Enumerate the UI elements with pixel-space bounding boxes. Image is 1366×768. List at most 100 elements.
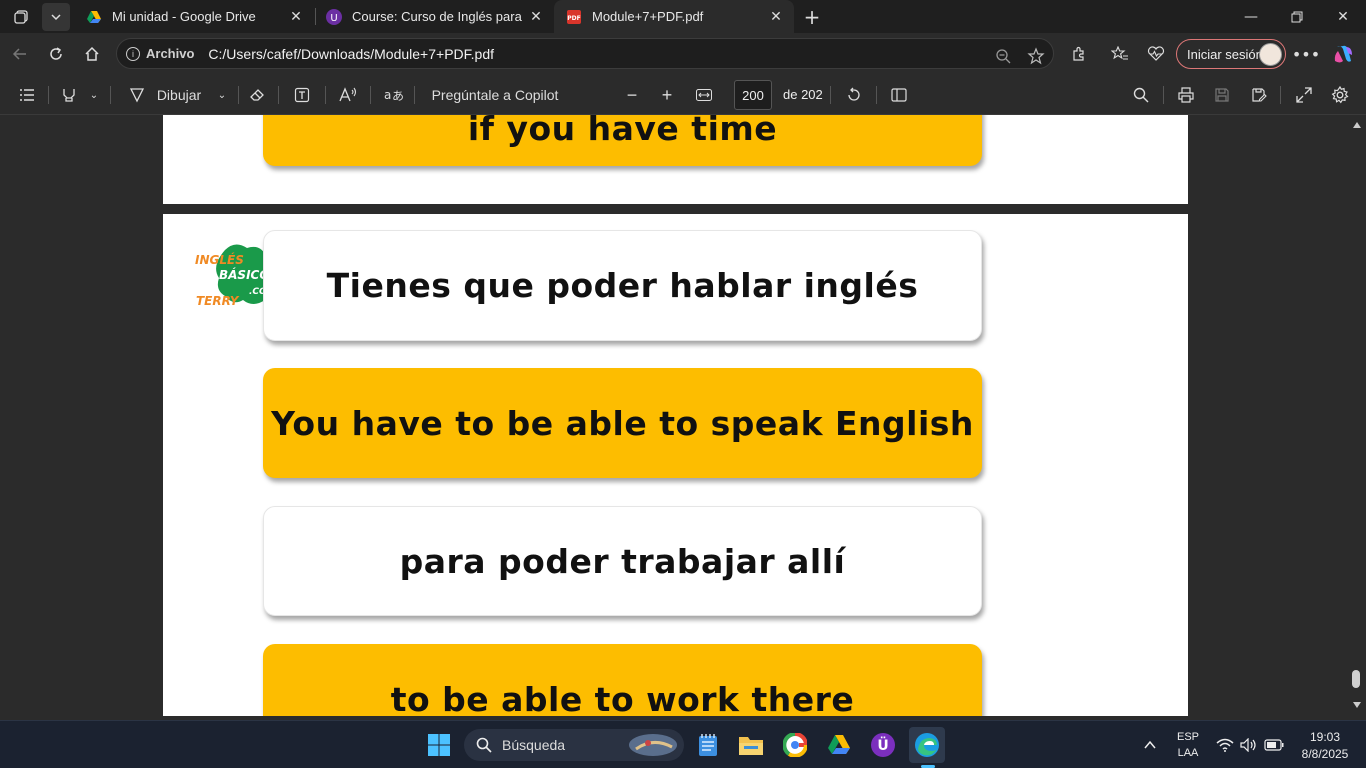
fullscreen-icon[interactable] [1292, 82, 1316, 108]
minimize-icon[interactable]: — [1228, 0, 1274, 33]
tab-actions-chevron-icon[interactable] [42, 3, 70, 31]
wifi-icon[interactable] [1213, 727, 1237, 763]
draw-pen-icon[interactable] [124, 82, 150, 108]
contents-list-icon[interactable] [14, 82, 40, 108]
copilot-icon[interactable] [1328, 39, 1358, 69]
windows-start-icon[interactable] [421, 727, 457, 763]
copilot-label: Pregúntale a Copilot [431, 87, 559, 103]
chevron-down-icon[interactable]: ⌄ [86, 82, 102, 108]
phrase-card: to be able to work there [263, 644, 982, 716]
settings-gear-icon[interactable] [1328, 82, 1352, 108]
tab-title: Mi unidad - Google Drive [112, 9, 256, 24]
microsoft-edge-icon[interactable] [909, 727, 945, 763]
scroll-up-icon[interactable] [1352, 121, 1362, 129]
svg-text:TERRY: TERRY [196, 294, 240, 306]
google-chrome-icon[interactable] [777, 727, 813, 763]
avatar [1259, 43, 1282, 66]
home-icon[interactable] [77, 39, 107, 69]
clock-time: 19:03 [1309, 730, 1341, 744]
taskbar-search[interactable]: Búsqueda [464, 729, 684, 761]
restore-icon[interactable] [1274, 0, 1320, 33]
battery-icon[interactable] [1262, 727, 1286, 763]
page-view-icon[interactable] [887, 82, 911, 108]
translate-icon[interactable]: aあ [380, 82, 406, 108]
udemy-icon: U [326, 8, 342, 25]
ask-copilot-button[interactable]: Pregúntale a Copilot [428, 82, 562, 108]
search-highlight-icon [629, 734, 677, 756]
google-drive-icon [87, 10, 101, 23]
info-icon[interactable]: i [126, 46, 140, 61]
notepad-icon[interactable] [690, 727, 726, 763]
search-icon[interactable] [1129, 82, 1153, 108]
svg-text:あ: あ [392, 89, 403, 103]
tab-strip: Mi unidad - Google Drive ✕ U Course: Cur… [0, 0, 1366, 33]
draw-label: Dibujar [156, 87, 202, 103]
draw-button[interactable]: Dibujar [154, 82, 204, 108]
back-icon[interactable] [5, 39, 35, 69]
phrase-card: You have to be able to speak English [263, 368, 982, 478]
address-field[interactable]: i Archivo C:/Users/cafef/Downloads/Modul… [116, 38, 1054, 69]
tab-course[interactable]: U Course: Curso de Inglés para principia… [314, 0, 554, 33]
close-icon[interactable]: ✕ [286, 7, 306, 27]
google-drive-icon[interactable] [821, 727, 857, 763]
close-icon[interactable]: ✕ [766, 7, 786, 27]
file-explorer-icon[interactable] [733, 727, 769, 763]
rotate-icon[interactable] [842, 82, 866, 108]
ingles-basico-terry-logo: INGLÉS BÁSICO TERRY .COM [195, 244, 265, 306]
zoom-out-button[interactable]: − [620, 82, 644, 108]
taskbar: Búsqueda Ü ESP LAA 19:03 8/8/2025 [0, 720, 1366, 768]
zoom-out-icon[interactable] [993, 46, 1013, 66]
browser-essentials-icon[interactable] [1141, 39, 1171, 69]
show-hidden-icons-icon[interactable] [1138, 727, 1162, 763]
highlight-icon[interactable] [56, 82, 82, 108]
eraser-icon[interactable] [244, 82, 270, 108]
more-options-icon[interactable]: ••• [1291, 39, 1321, 69]
sign-in-label: Iniciar sesión [1187, 46, 1263, 62]
keyboard-layout: LAA [1177, 747, 1199, 759]
workspaces-icon[interactable] [8, 3, 36, 31]
close-icon[interactable]: ✕ [526, 7, 546, 27]
save-icon[interactable] [1210, 82, 1234, 108]
page-number-input[interactable]: 200 [734, 80, 772, 110]
search-icon [476, 737, 492, 753]
svg-text:BÁSICO: BÁSICO [219, 267, 265, 282]
address-bar: i Archivo C:/Users/cafef/Downloads/Modul… [0, 33, 1366, 75]
save-as-icon[interactable] [1247, 82, 1271, 108]
extensions-icon[interactable] [1064, 39, 1094, 69]
svg-text:PDF: PDF [567, 15, 580, 22]
read-aloud-icon[interactable] [335, 82, 361, 108]
add-text-icon[interactable] [289, 82, 315, 108]
search-placeholder: Búsqueda [502, 737, 566, 753]
favorite-star-icon[interactable] [1026, 46, 1046, 66]
new-tab-button[interactable]: + [798, 3, 826, 31]
chevron-down-icon[interactable]: ⌄ [214, 82, 230, 108]
clock-date: 8/8/2025 [1301, 747, 1349, 761]
fit-width-icon[interactable] [692, 82, 716, 108]
url-text[interactable]: C:/Users/cafef/Downloads/Module+7+PDF.pd… [208, 46, 494, 62]
phrase-card: if you have time [263, 115, 982, 166]
refresh-icon[interactable] [41, 39, 71, 69]
svg-text:Ü: Ü [877, 736, 888, 754]
pdf-page-previous: if you have time [163, 115, 1188, 204]
input-language[interactable]: ESP LAA [1172, 731, 1204, 759]
clock[interactable]: 19:03 8/8/2025 [1294, 730, 1356, 761]
scroll-thumb[interactable] [1352, 670, 1360, 688]
close-window-icon[interactable]: ✕ [1320, 0, 1366, 33]
sign-in-button[interactable]: Iniciar sesión [1176, 39, 1286, 69]
pdf-viewport[interactable]: if you have time INGLÉS BÁSICO TERRY .CO… [0, 115, 1348, 716]
svg-text:a: a [384, 88, 391, 102]
scheme-label: Archivo [146, 46, 195, 61]
tab-google-drive[interactable]: Mi unidad - Google Drive ✕ [74, 0, 314, 33]
volume-icon[interactable] [1237, 727, 1261, 763]
tab-pdf[interactable]: PDF Module+7+PDF.pdf ✕ [554, 0, 794, 33]
print-icon[interactable] [1174, 82, 1198, 108]
phrase-card: Tienes que poder hablar inglés [263, 230, 982, 341]
svg-text:INGLÉS: INGLÉS [195, 252, 244, 267]
pdf-toolbar: ⌄ Dibujar ⌄ aあ Pregúntale a Copilot − + … [0, 75, 1366, 115]
vertical-scrollbar[interactable] [1348, 115, 1366, 716]
favorites-icon[interactable] [1105, 39, 1135, 69]
scroll-down-icon[interactable] [1352, 701, 1362, 709]
zoom-in-button[interactable]: + [655, 82, 679, 108]
language-code: ESP [1176, 731, 1199, 743]
udemy-icon[interactable]: Ü [865, 727, 901, 763]
